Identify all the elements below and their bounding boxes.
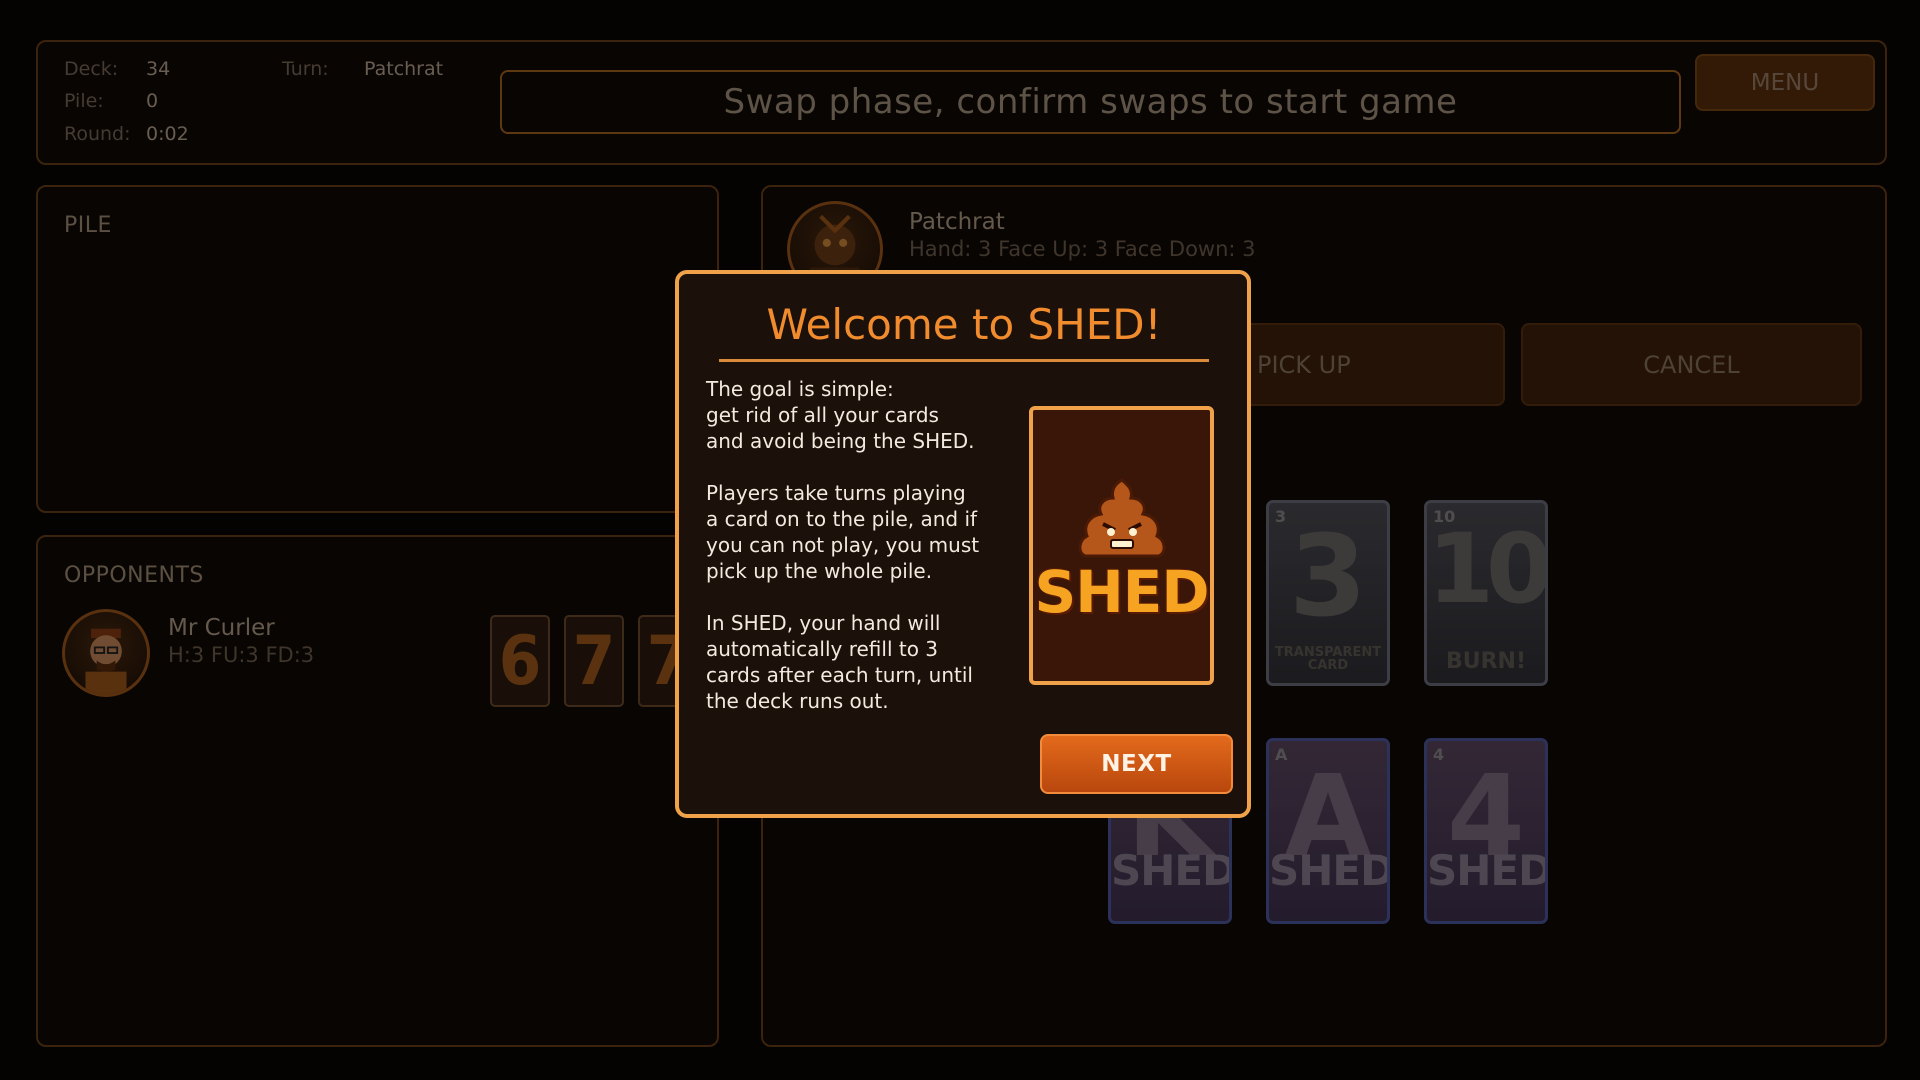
card-logo: SHED: [1427, 846, 1548, 895]
turn-stat: Turn: Patchrat: [282, 58, 443, 80]
face-up-card[interactable]: 3 3 TRANSPARENT CARD: [1266, 500, 1390, 686]
shed-logo-text: SHED: [1034, 558, 1209, 626]
deck-stat: Deck: 34: [64, 58, 170, 80]
card-logo: SHED: [1269, 846, 1390, 895]
pile-panel: PILE: [36, 185, 719, 513]
face-up-card[interactable]: 10 10 BURN!: [1424, 500, 1548, 686]
status-message: Swap phase, confirm swaps to start game: [500, 70, 1681, 134]
opponents-title: OPPONENTS: [64, 563, 204, 588]
opponent-avatar-icon: [85, 628, 127, 694]
deck-value: 34: [146, 58, 171, 80]
opponent-card: 7: [564, 615, 624, 707]
card-subtitle: TRANSPARENT CARD: [1274, 644, 1382, 674]
welcome-dialog: Welcome to SHED! The goal is simple: get…: [675, 270, 1251, 818]
opponent-name: Mr Curler: [168, 615, 275, 641]
dialog-paragraph-refill: In SHED, your hand will automatically re…: [706, 611, 973, 713]
poop-mascot-icon: [1078, 478, 1166, 558]
cancel-button[interactable]: CANCEL: [1521, 323, 1862, 406]
top-bar: Deck: 34 Pile: 0 Round: 0:02 Turn: Patchrat …: [36, 40, 1887, 165]
opponent-info: H:3 FU:3 FD:3: [168, 643, 315, 667]
deck-label: Deck:: [64, 58, 119, 80]
card-logo: SHED: [1111, 846, 1232, 895]
player-info: Hand: 3 Face Up: 3 Face Down: 3: [909, 237, 1256, 261]
opponent-avatar: [62, 609, 150, 697]
next-button[interactable]: NEXT: [1040, 734, 1233, 794]
pile-stat: Pile: 0: [64, 90, 158, 112]
dialog-paragraph-goal: The goal is simple: get rid of all your …: [706, 377, 975, 453]
round-stat: Round: 0:02: [64, 123, 189, 145]
turn-label: Turn:: [282, 58, 329, 80]
round-label: Round:: [64, 123, 131, 145]
dialog-paragraph-turns: Players take turns playing a card on to …: [706, 481, 980, 583]
pile-value: 0: [146, 90, 159, 112]
card-rank: 3: [1289, 512, 1367, 642]
player-name: Patchrat: [909, 209, 1005, 235]
card-subtitle: BURN!: [1445, 648, 1527, 674]
opponents-panel: OPPONENTS Mr Curler H:3 FU:3 FD:3 6 7 7: [36, 535, 719, 1047]
pick-up-button[interactable]: PICK UP: [1215, 323, 1505, 406]
face-down-card[interactable]: 4 4 SHED: [1424, 738, 1548, 924]
turn-value: Patchrat: [364, 58, 444, 80]
dialog-title: Welcome to SHED!: [719, 300, 1209, 362]
card-rank: 10: [1427, 513, 1545, 625]
face-down-card[interactable]: A A SHED: [1266, 738, 1390, 924]
menu-button[interactable]: MENU: [1695, 54, 1875, 111]
round-value: 0:02: [146, 123, 189, 145]
opponent-card: 6: [490, 615, 550, 707]
pile-title: PILE: [64, 213, 112, 238]
pile-label: Pile:: [64, 90, 104, 112]
shed-logo-card: SHED: [1029, 406, 1214, 685]
